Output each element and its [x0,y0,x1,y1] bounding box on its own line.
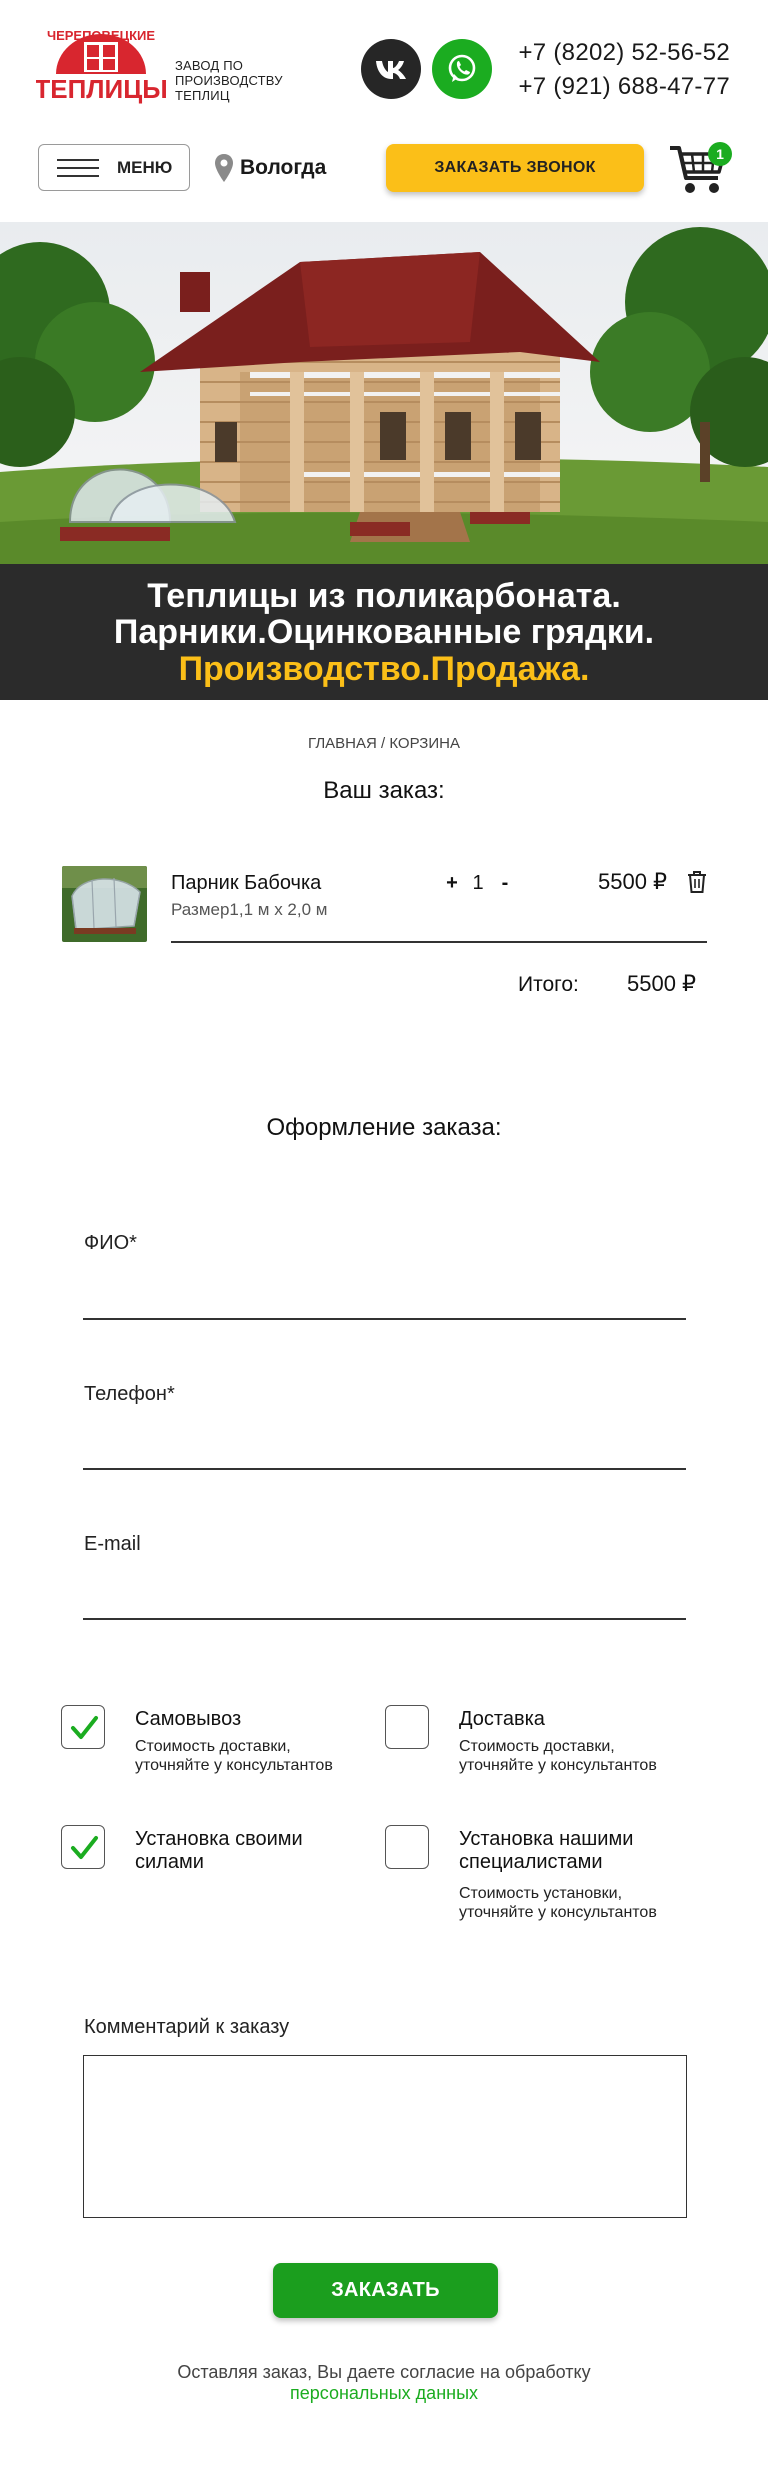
location-pin-icon [215,154,233,182]
remove-item-button[interactable] [686,870,708,894]
product-size: Размер1,1 м х 2,0 м [171,900,328,919]
delivery-note-1: Стоимость доставки, [459,1738,615,1755]
total-value: 5500 ₽ [627,971,697,996]
phone-field-underline [83,1468,686,1470]
city-selector[interactable]: Вологда [214,150,326,186]
svg-text:ТЕПЛИЦЫ: ТЕПЛИЦЫ [36,74,166,104]
item-divider [171,941,707,943]
checkout-title: Оформление заказа: [266,1114,502,1141]
whatsapp-button[interactable] [432,39,492,99]
site-logo[interactable]: ЧЕРЕПОВЕЦКИЕ ТЕПЛИЦЫ [34,28,167,110]
pickup-label[interactable]: Самовывоз [135,1708,241,1731]
order-title: Ваш заказ: [323,777,445,804]
order-call-button[interactable]: ЗАКАЗАТЬ ЗВОНОК [386,144,644,192]
site-header: ЧЕРЕПОВЕЦКИЕ ТЕПЛИЦЫ Завод по производст… [0,0,768,222]
pro-install-checkbox[interactable] [385,1825,429,1869]
cart-count-badge: 1 [708,142,732,166]
delivery-label[interactable]: Доставка [459,1708,545,1731]
email-field[interactable] [84,1578,684,1614]
product-thumbnail[interactable] [62,866,147,942]
pickup-checkbox[interactable] [61,1705,105,1749]
email-field-underline [83,1618,686,1620]
menu-button[interactable]: МЕНЮ [38,144,190,191]
submit-order-button[interactable]: ЗАКАЗАТЬ [273,2263,498,2318]
quantity-value: 1 [472,872,484,894]
delivery-checkbox[interactable] [385,1705,429,1749]
pro-install-note-2: уточняйте у консультантов [459,1904,657,1921]
total-label: Итого: [518,973,579,996]
self-install-label-2[interactable]: силами [135,1851,204,1874]
vk-button[interactable] [361,39,421,99]
checkmark-icon [71,1716,98,1739]
phone-field-label: Телефон* [84,1383,175,1405]
logo-tagline: Завод по производству теплиц [175,58,283,103]
pro-install-note-1: Стоимость установки, [459,1885,623,1902]
phone-link-1[interactable]: +7 (8202) 52-56-52 [518,36,730,70]
burger-icon [57,158,99,177]
privacy-link[interactable]: персональных данных [0,2383,768,2404]
quantity-decrease-button[interactable]: - [495,872,515,895]
trash-icon [688,871,706,893]
comment-field[interactable] [83,2055,687,2218]
product-name[interactable]: Парник Бабочка [171,872,321,895]
hero-slogan: Теплицы из поликарбоната. Парники.Оцинко… [0,564,768,700]
hero-line-2: Парники.Оцинкованные грядки. [113,613,655,651]
breadcrumb[interactable]: ГЛАВНАЯ / КОРЗИНА [0,735,768,752]
name-field-label: ФИО* [84,1232,137,1254]
product-price: 5500 ₽ [598,869,668,894]
consent-notice: Оставляя заказ, Вы даете согласие на обр… [0,2362,768,2404]
svg-text:ЧЕРЕПОВЕЦКИЕ: ЧЕРЕПОВЕЦКИЕ [47,30,155,43]
hero-banner: Теплицы из поликарбоната. Парники.Оцинко… [0,222,768,700]
phone-link-2[interactable]: +7 (921) 688-47-77 [518,70,730,104]
pro-install-label-2[interactable]: специалистами [459,1851,603,1874]
pickup-note-1: Стоимость доставки, [135,1738,291,1755]
self-install-label-1[interactable]: Установка своими [135,1828,303,1851]
phone-field[interactable] [84,1428,684,1464]
self-install-checkbox[interactable] [61,1825,105,1869]
name-field[interactable] [84,1278,684,1314]
pickup-note-2: уточняйте у консультантов [135,1757,333,1774]
hero-line-1: Теплицы из поликарбоната. [147,577,621,615]
pro-install-label-1[interactable]: Установка нашими [459,1828,633,1851]
phone-numbers: +7 (8202) 52-56-52 +7 (921) 688-47-77 [518,36,730,104]
delivery-note-2: уточняйте у консультантов [459,1757,657,1774]
city-name: Вологда [240,156,327,179]
hero-line-3: Производство.Продажа. [178,650,590,688]
name-field-underline [83,1318,686,1320]
whatsapp-icon [448,54,476,82]
checkmark-icon [71,1836,98,1859]
comment-label: Комментарий к заказу [84,2016,290,2038]
quantity-increase-button[interactable]: + [442,872,462,895]
consent-text: Оставляя заказ, Вы даете согласие на обр… [177,2362,591,2382]
menu-label: МЕНЮ [117,157,173,177]
hero-house-image [0,222,768,564]
email-field-label: E-mail [84,1533,141,1555]
vk-icon [376,61,406,79]
